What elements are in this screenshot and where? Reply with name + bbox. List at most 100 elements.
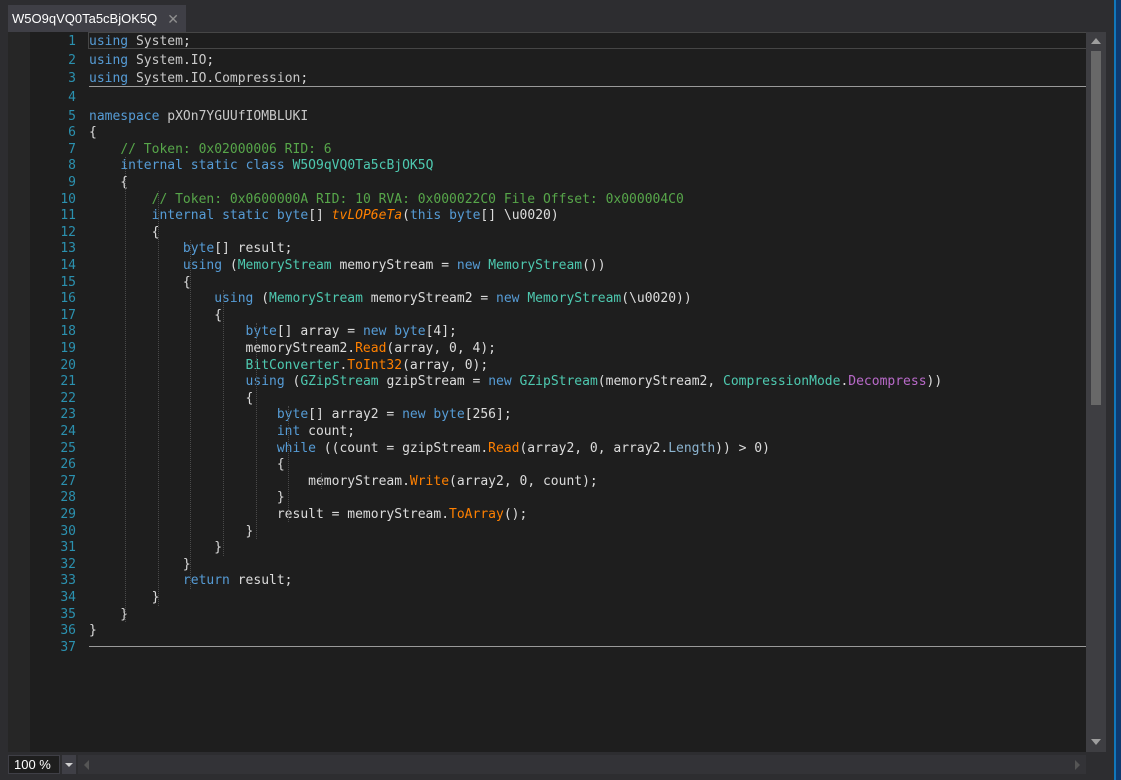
code-line[interactable]: while ((count = gzipStream.Read(array2, … — [89, 440, 770, 457]
code-token: System — [135, 52, 183, 68]
code-line[interactable]: } — [89, 523, 254, 540]
tab-document[interactable]: W5O9qVQ0Ta5cBjOK5Q ✕ — [8, 5, 186, 32]
arrow-up-icon[interactable] — [1091, 38, 1101, 44]
indent-guide — [321, 472, 322, 490]
code-line[interactable]: byte[] array = new byte[4]; — [89, 323, 457, 340]
tab-title: W5O9qVQ0Ta5cBjOK5Q — [12, 11, 158, 26]
scrollbar-thumb[interactable] — [1091, 51, 1101, 405]
code-line[interactable]: { — [89, 390, 254, 407]
code-token: count; — [300, 423, 356, 439]
code-token: MemoryStream — [237, 257, 332, 273]
code-line[interactable]: BitConverter.ToInt32(array, 0); — [89, 357, 489, 374]
horizontal-scrollbar[interactable] — [78, 755, 1086, 774]
line-number: 21 — [60, 374, 76, 390]
code-token: ToArray — [449, 506, 504, 522]
line-number: 2 — [68, 52, 76, 68]
code-line[interactable]: memoryStream2.Read(array, 0, 4); — [89, 340, 496, 357]
code-token: byte — [394, 324, 426, 340]
code-line[interactable]: internal static class W5O9qVQ0Ta5cBjOK5Q — [89, 157, 433, 174]
code-token: class — [245, 158, 285, 174]
code-token: result = memoryStream. — [89, 506, 450, 522]
code-token: internal — [120, 158, 183, 174]
code-token: byte — [245, 324, 277, 340]
code-token: using — [182, 257, 223, 273]
code-line[interactable]: { — [89, 124, 97, 141]
code-token: GZipStream — [519, 374, 598, 390]
code-token: internal — [151, 208, 215, 224]
close-icon[interactable]: ✕ — [167, 12, 179, 26]
code-line[interactable]: } — [89, 539, 222, 556]
code-token: tvLOP6eTa — [331, 208, 403, 224]
code-line[interactable]: using (MemoryStream memoryStream = new M… — [89, 257, 606, 274]
code-token: Compression — [214, 71, 301, 86]
chevron-down-icon[interactable] — [62, 755, 76, 774]
code-token: using — [245, 374, 285, 390]
code-line[interactable]: byte[] array2 = new byte[256]; — [89, 406, 512, 423]
code-line[interactable]: namespace pXOn7YGUUfIOMBLUKI — [89, 108, 308, 125]
code-token: (array2, 0, array2. — [519, 440, 669, 456]
line-number: 4 — [68, 89, 76, 105]
code-token: Length — [668, 440, 716, 456]
code-line[interactable]: using System.IO.Compression; — [89, 70, 308, 87]
line-number: 36 — [60, 623, 76, 639]
code-line[interactable]: { — [89, 174, 128, 191]
vertical-scrollbar[interactable] — [1086, 32, 1106, 752]
line-number: 1 — [68, 34, 76, 49]
code-token: } — [89, 523, 254, 539]
code-line[interactable]: using System; — [89, 33, 191, 50]
line-number: 22 — [60, 390, 76, 406]
arrow-down-icon[interactable] — [1091, 739, 1101, 745]
code-token: } — [89, 623, 97, 639]
arrow-right-icon[interactable] — [1075, 760, 1080, 770]
line-number: 8 — [68, 158, 76, 174]
code-line[interactable]: // Token: 0x0600000A RID: 10 RVA: 0x0000… — [89, 191, 684, 208]
code-token: byte — [276, 208, 309, 224]
zoom-level-field[interactable]: 100 % — [8, 755, 60, 774]
code-line[interactable]: // Token: 0x02000006 RID: 6 — [89, 141, 332, 158]
code-token: [] array2 = — [308, 407, 403, 423]
code-line[interactable]: using (GZipStream gzipStream = new GZipS… — [89, 373, 943, 390]
code-token: memoryStream2 = — [362, 291, 497, 307]
line-number: 19 — [60, 340, 76, 356]
line-number: 9 — [68, 174, 76, 190]
code-line[interactable]: internal static byte[] tvLOP6eTa(this by… — [89, 207, 559, 224]
tab-bar: W5O9qVQ0Ta5cBjOK5Q ✕ — [0, 0, 1114, 32]
code-token: { — [89, 390, 254, 406]
line-number: 5 — [68, 108, 76, 124]
code-token: { — [89, 274, 191, 290]
line-number: 20 — [60, 357, 76, 373]
code-line[interactable]: memoryStream.Write(array2, 0, count); — [89, 473, 598, 490]
code-line[interactable]: { — [89, 307, 222, 324]
code-token: Write — [409, 473, 450, 489]
code-editor[interactable]: 1 2 3 4 5 6 7 8 9 10 11 12 13 14 15 16 17 18 19 20 21 22 23 24 2… — [8, 32, 1106, 752]
code-line[interactable]: using (MemoryStream memoryStream2 = new … — [89, 290, 691, 307]
code-line[interactable]: { — [89, 274, 191, 291]
code-line[interactable]: using System.IO; — [89, 52, 214, 69]
code-token: new — [402, 407, 426, 423]
code-token: (array, 0); — [402, 357, 489, 373]
code-token: ; — [300, 71, 309, 86]
code-line[interactable]: } — [89, 622, 97, 639]
code-token: . — [182, 52, 191, 68]
code-token: // Token: 0x02000006 RID: 6 — [120, 141, 332, 157]
code-token: new — [362, 324, 387, 340]
line-number: 30 — [60, 523, 76, 539]
line-number: 24 — [60, 423, 76, 439]
arrow-left-icon[interactable] — [84, 760, 89, 770]
code-line[interactable]: } — [89, 556, 191, 573]
code-line[interactable]: } — [89, 606, 128, 623]
code-line[interactable]: result = memoryStream.ToArray(); — [89, 506, 527, 523]
line-number: 26 — [60, 457, 76, 473]
code-area[interactable]: using System; using System.IO; using Syste… — [89, 32, 1090, 752]
line-number: 33 — [60, 573, 76, 589]
